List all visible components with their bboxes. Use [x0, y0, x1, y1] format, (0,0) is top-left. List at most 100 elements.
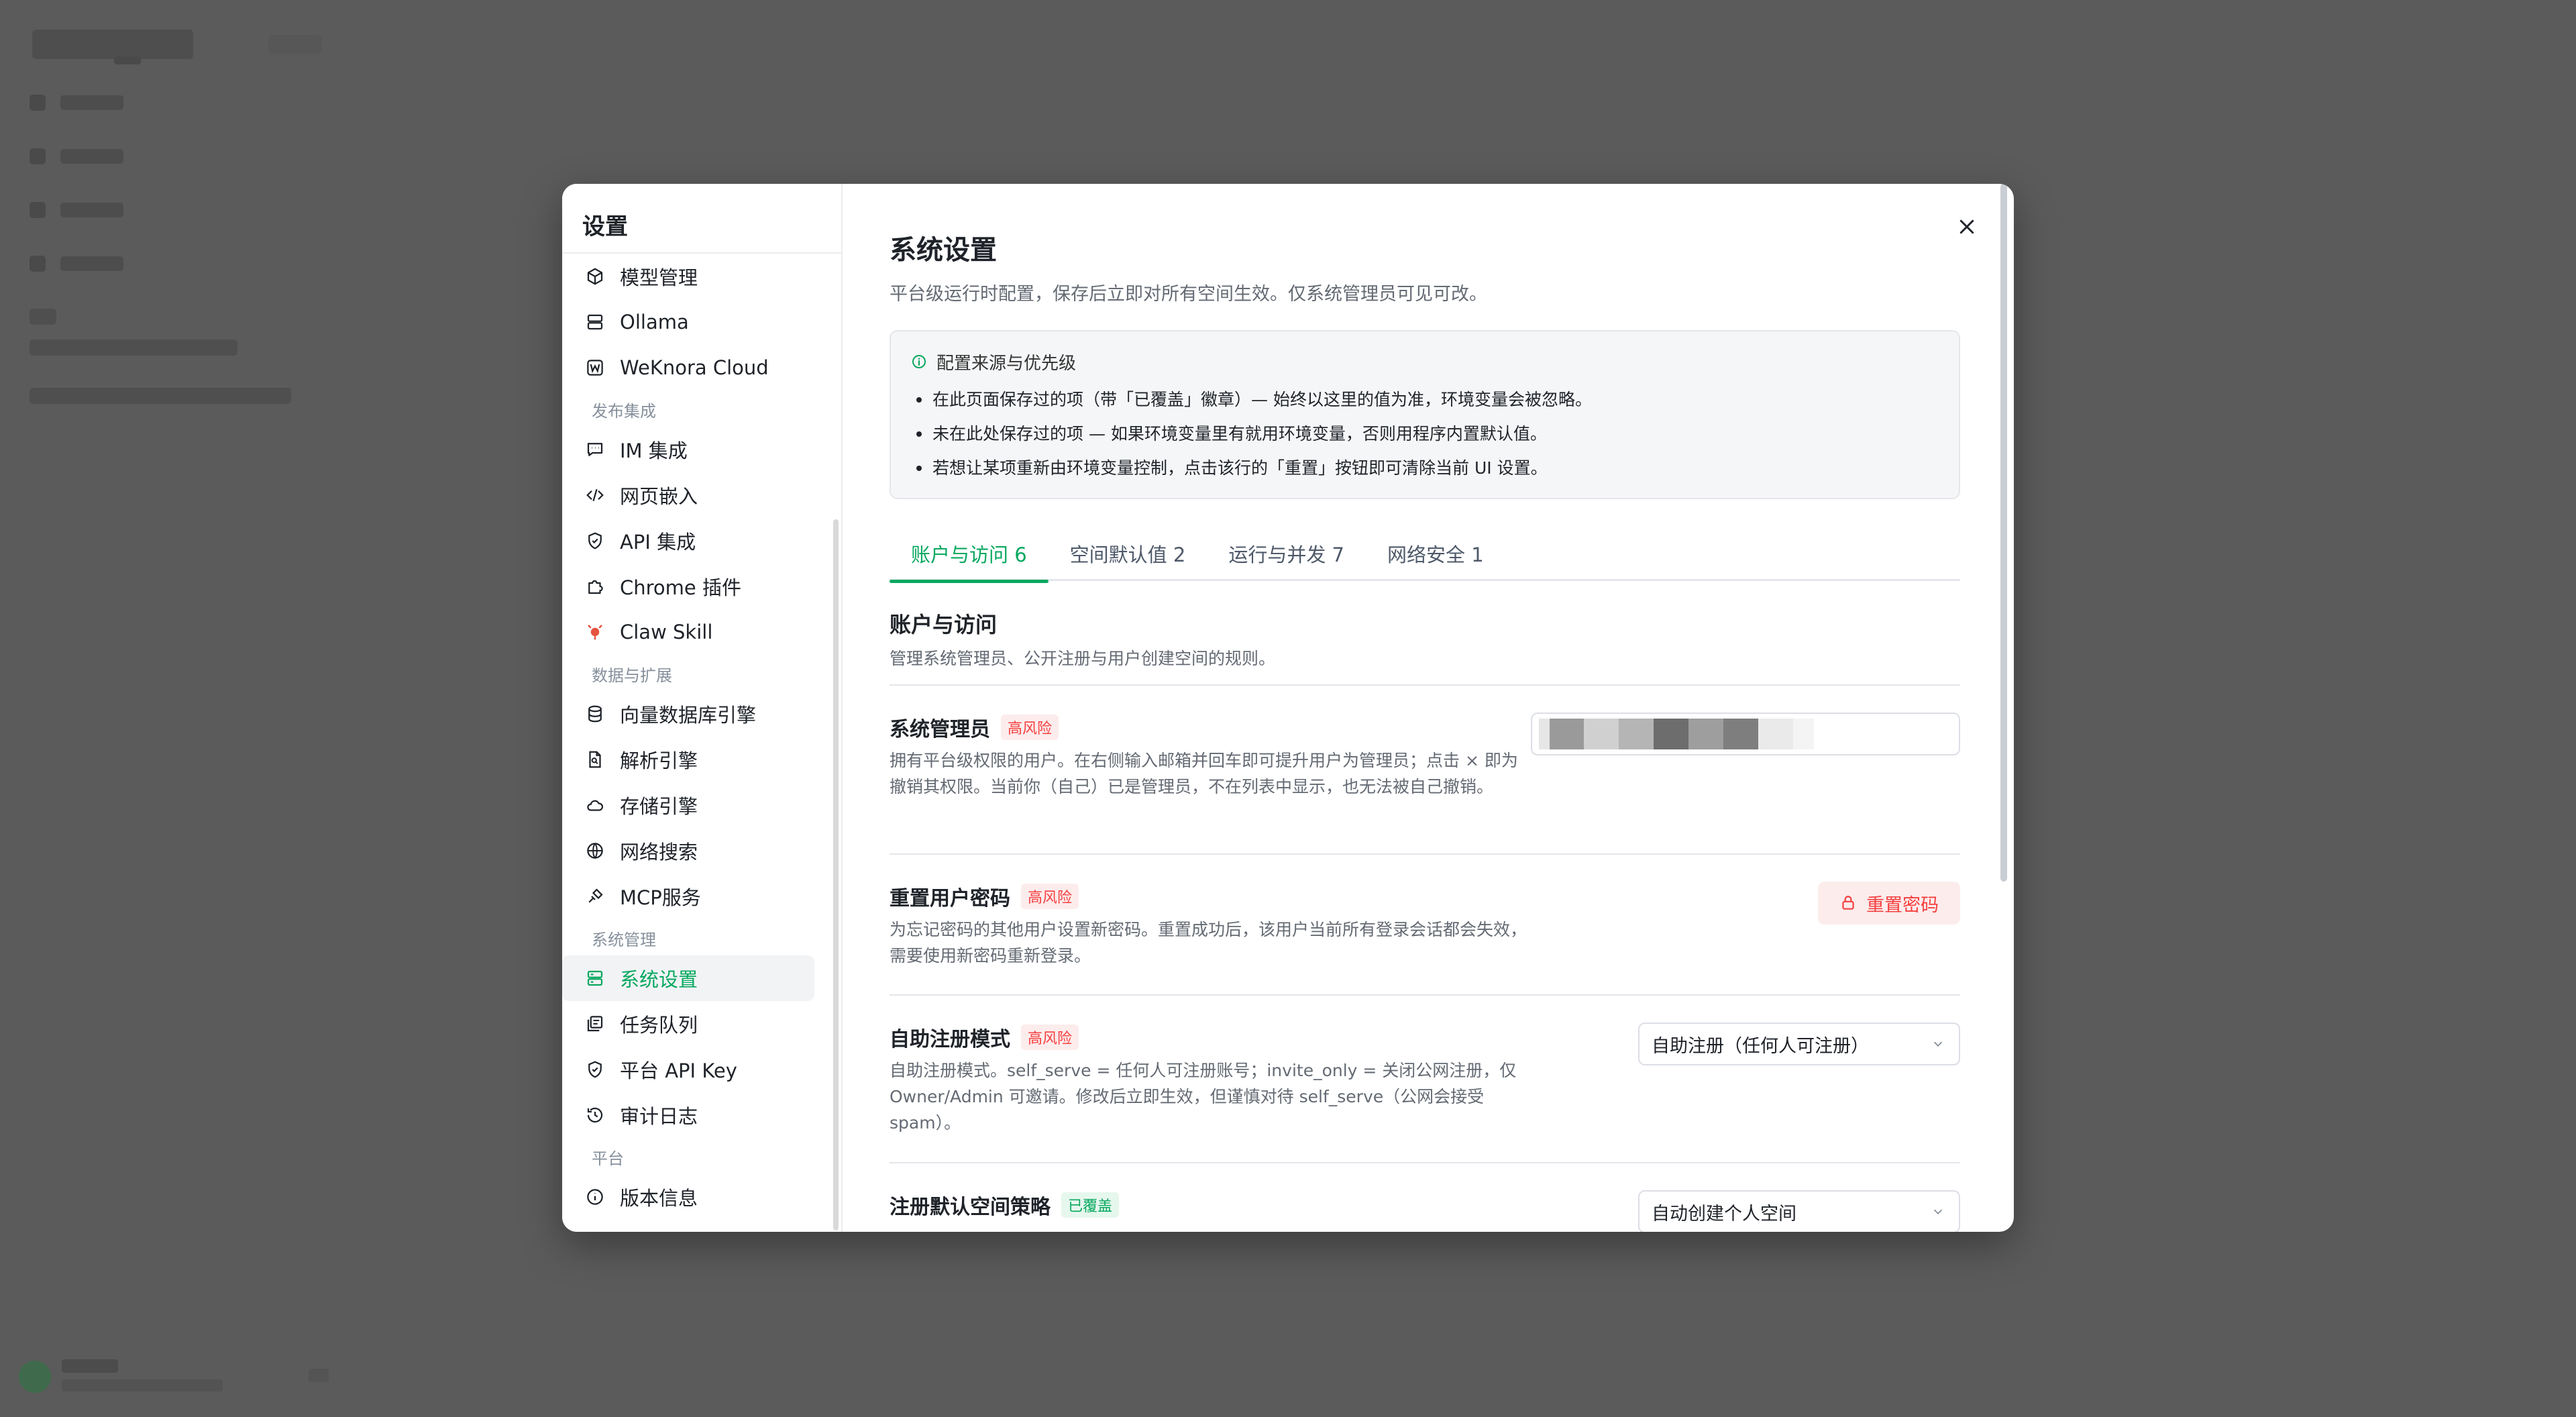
sidebar-item-label: 向量数据库引擎 [620, 704, 757, 727]
info-icon [585, 1187, 605, 1207]
notice-title: 配置来源与优先级 [936, 353, 1077, 374]
sidebar-item-code[interactable]: 网页嵌入 [562, 472, 814, 518]
sidebar-item-cloud[interactable]: 存储引擎 [562, 782, 814, 828]
sidebar-item-lobster[interactable]: Claw Skill [562, 609, 814, 655]
select-value: 自助注册（任何人可注册） [1652, 1035, 1869, 1057]
settings-tabs: 账户与访问 6 空间默认值 2 运行与并发 7 网络安全 1 [890, 526, 1960, 583]
w-logo-icon [585, 358, 605, 378]
sidebar-item-label: WeKnora Cloud [620, 356, 769, 379]
sidebar-item-label: 任务队列 [620, 1014, 698, 1037]
bg-list-item [30, 388, 291, 404]
chat-icon [585, 439, 605, 460]
close-icon [1960, 219, 1974, 234]
select-value: 自动创建个人空间 [1652, 1203, 1796, 1224]
setting-description: 拥有平台级权限的用户。在右侧输入邮箱并回车即可提升用户为管理员；点击 × 即为撤… [890, 751, 1518, 796]
globe-icon [585, 841, 605, 861]
sidebar-item-shield-key[interactable]: 平台 API Key [562, 1047, 814, 1092]
sidebar-item-label: 模型管理 [620, 266, 698, 289]
nav-group-label: 平台 [592, 1149, 624, 1168]
sidebar-item-info[interactable]: 版本信息 [562, 1174, 814, 1220]
setting-label: 注册默认空间策略 [890, 1196, 1051, 1219]
database-icon [585, 704, 605, 724]
sidebar-item-label: 审计日志 [620, 1105, 698, 1128]
setting-label: 自助注册模式 [890, 1028, 1010, 1051]
admin-email-input[interactable] [1531, 713, 1960, 755]
tab-network-security[interactable]: 网络安全 1 [1366, 526, 1505, 581]
sidebar-item-label: 存储引擎 [620, 795, 698, 818]
sidebar-item-database[interactable]: 向量数据库引擎 [562, 691, 814, 737]
sidebar-item-label: Claw Skill [620, 621, 713, 643]
sidebar-item-cube[interactable]: 模型管理 [562, 254, 814, 299]
sidebar-item-label: 解析引擎 [620, 749, 698, 772]
sidebar-item-queue[interactable]: 任务队列 [562, 1001, 814, 1047]
cube-icon [585, 266, 605, 286]
bg-nav-item [30, 201, 123, 219]
sidebar-item-settings-stack[interactable]: 系统设置 [562, 955, 814, 1001]
sidebar-item-w-logo[interactable]: WeKnora Cloud [562, 345, 814, 390]
nav-group-label: 发布集成 [592, 402, 656, 421]
settings-sidebar-title: 设置 [562, 184, 841, 254]
redacted-admin-list [1539, 719, 1815, 749]
bg-list-item [30, 339, 237, 356]
notice-list: 在此页面保存过的项（带「已覆盖」徽章）— 始终以这里的值为准，环境变量会被忽略。… [911, 382, 1939, 485]
risk-badge: 高风险 [1021, 1025, 1079, 1050]
user-name [62, 1359, 118, 1373]
sidebar-scrollbar[interactable] [833, 519, 839, 1230]
notice-item: 未在此处保存过的项 — 如果环境变量里有就用环境变量，否则用程序内置默认值。 [911, 417, 1939, 451]
bg-nav-item [30, 255, 123, 272]
sidebar-item-file-search[interactable]: 解析引擎 [562, 737, 814, 782]
settings-nav: 模型管理 Ollama WeKnora Cloud 发布集成 IM 集成 网页嵌入 API … [562, 254, 841, 1220]
user-email [62, 1379, 223, 1392]
setting-description: 自助注册模式。self_serve = 任何人可注册账号；invite_only… [890, 1061, 1517, 1133]
shield-check-icon [585, 531, 605, 551]
risk-badge: 高风险 [1021, 884, 1079, 909]
lobster-icon [585, 622, 605, 642]
sidebar-item-label: 版本信息 [620, 1187, 698, 1210]
default-space-select[interactable]: 自动创建个人空间 [1638, 1190, 1960, 1232]
setting-row-self-register: 自助注册模式 高风险 自助注册模式。self_serve = 任何人可注册账号；… [890, 996, 1960, 1162]
chevron-down-icon [1933, 1209, 1943, 1215]
risk-badge: 高风险 [1001, 715, 1059, 740]
nav-group-label: 数据与扩展 [592, 666, 672, 685]
user-avatar [19, 1361, 51, 1393]
overridden-badge: 已覆盖 [1061, 1192, 1120, 1218]
cloud-icon [585, 795, 605, 815]
sidebar-item-globe[interactable]: 网络搜索 [562, 828, 814, 874]
notice-header: 配置来源与优先级 [911, 349, 1939, 374]
sidebar-item-shield-check[interactable]: API 集成 [562, 518, 814, 564]
sidebar-item-history[interactable]: 审计日志 [562, 1092, 814, 1138]
sidebar-item-label: API 集成 [620, 531, 696, 554]
page-title: 系统设置 [890, 235, 997, 266]
setting-label: 重置用户密码 [890, 887, 1010, 910]
tab-runtime-concurrency[interactable]: 运行与并发 7 [1207, 526, 1366, 581]
server-icon [585, 312, 605, 332]
app-logo-sub [114, 56, 141, 64]
self-register-select[interactable]: 自助注册（任何人可注册） [1638, 1022, 1960, 1065]
sidebar-item-server[interactable]: Ollama [562, 299, 814, 345]
sidebar-item-chat[interactable]: IM 集成 [562, 427, 814, 472]
settings-stack-icon [585, 968, 605, 988]
close-button[interactable] [1951, 211, 1983, 243]
setting-label-group: 重置用户密码 高风险 [890, 882, 1960, 911]
sidebar-item-label: 系统设置 [620, 968, 698, 991]
sidebar-item-puzzle[interactable]: Chrome 插件 [562, 564, 814, 609]
history-icon [585, 1105, 605, 1125]
puzzle-icon [585, 576, 605, 596]
settings-sidebar: 设置 模型管理 Ollama WeKnora Cloud 发布集成 IM 集成 网页嵌入 A… [562, 184, 843, 1232]
tab-space-defaults[interactable]: 空间默认值 2 [1049, 526, 1208, 581]
notice-item: 在此页面保存过的项（带「已覆盖」徽章）— 始终以这里的值为准，环境变量会被忽略。 [911, 382, 1939, 417]
section-title: 账户与访问 [890, 612, 998, 637]
setting-row-reset-password: 重置用户密码 高风险 为忘记密码的其他用户设置新密码。重置成功后，该用户当前所有… [890, 855, 1960, 994]
content-scrollbar[interactable] [2000, 184, 2007, 882]
sidebar-item-label: Ollama [620, 311, 689, 333]
bg-divider [30, 309, 56, 325]
notice-item: 若想让某项重新由环境变量控制，点击该行的「重置」按钮即可清除当前 UI 设置。 [911, 451, 1939, 485]
code-icon [585, 485, 605, 505]
sidebar-item-label: 网络搜索 [620, 841, 698, 863]
tab-account-access[interactable]: 账户与访问 6 [890, 526, 1049, 583]
settings-content: 系统设置 平台级运行时配置，保存后立即对所有空间生效。仅系统管理员可见可改。 配… [843, 184, 2014, 1232]
info-circle-icon [912, 355, 926, 368]
sidebar-item-plug[interactable]: MCP服务 [562, 874, 814, 919]
reset-password-button[interactable]: 重置密码 [1818, 882, 1960, 925]
sidebar-collapse-button [268, 35, 322, 54]
